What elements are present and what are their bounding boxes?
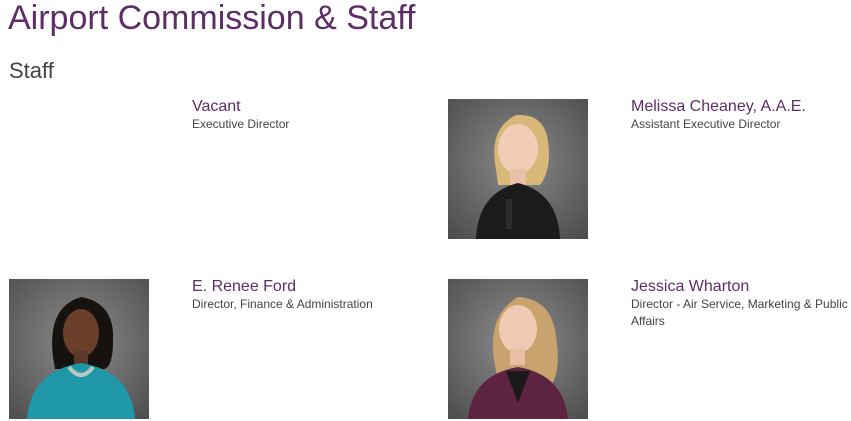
- staff-name-e-renee-ford: E. Renee Ford: [192, 278, 297, 295]
- staff-photo-jessica-wharton: [448, 279, 588, 419]
- staff-name-melissa-cheaney: Melissa Cheaney, A.A.E.: [631, 98, 806, 115]
- staff-photo-e-renee-ford: [9, 279, 149, 419]
- staff-title-melissa-cheaney: Assistant Executive Director: [631, 117, 781, 131]
- staff-title-jessica-wharton: Director - Air Service, Marketing & Publ…: [631, 297, 848, 328]
- page-title: Airport Commission & Staff: [8, 0, 416, 37]
- staff-name-vacant: Vacant: [192, 98, 241, 115]
- staff-name-jessica-wharton: Jessica Wharton: [631, 278, 750, 295]
- staff-photo-melissa-cheaney: [448, 99, 588, 239]
- section-title-staff: Staff: [9, 58, 54, 83]
- staff-title-e-renee-ford: Director, Finance & Administration: [192, 297, 373, 311]
- staff-title-vacant: Executive Director: [192, 117, 290, 131]
